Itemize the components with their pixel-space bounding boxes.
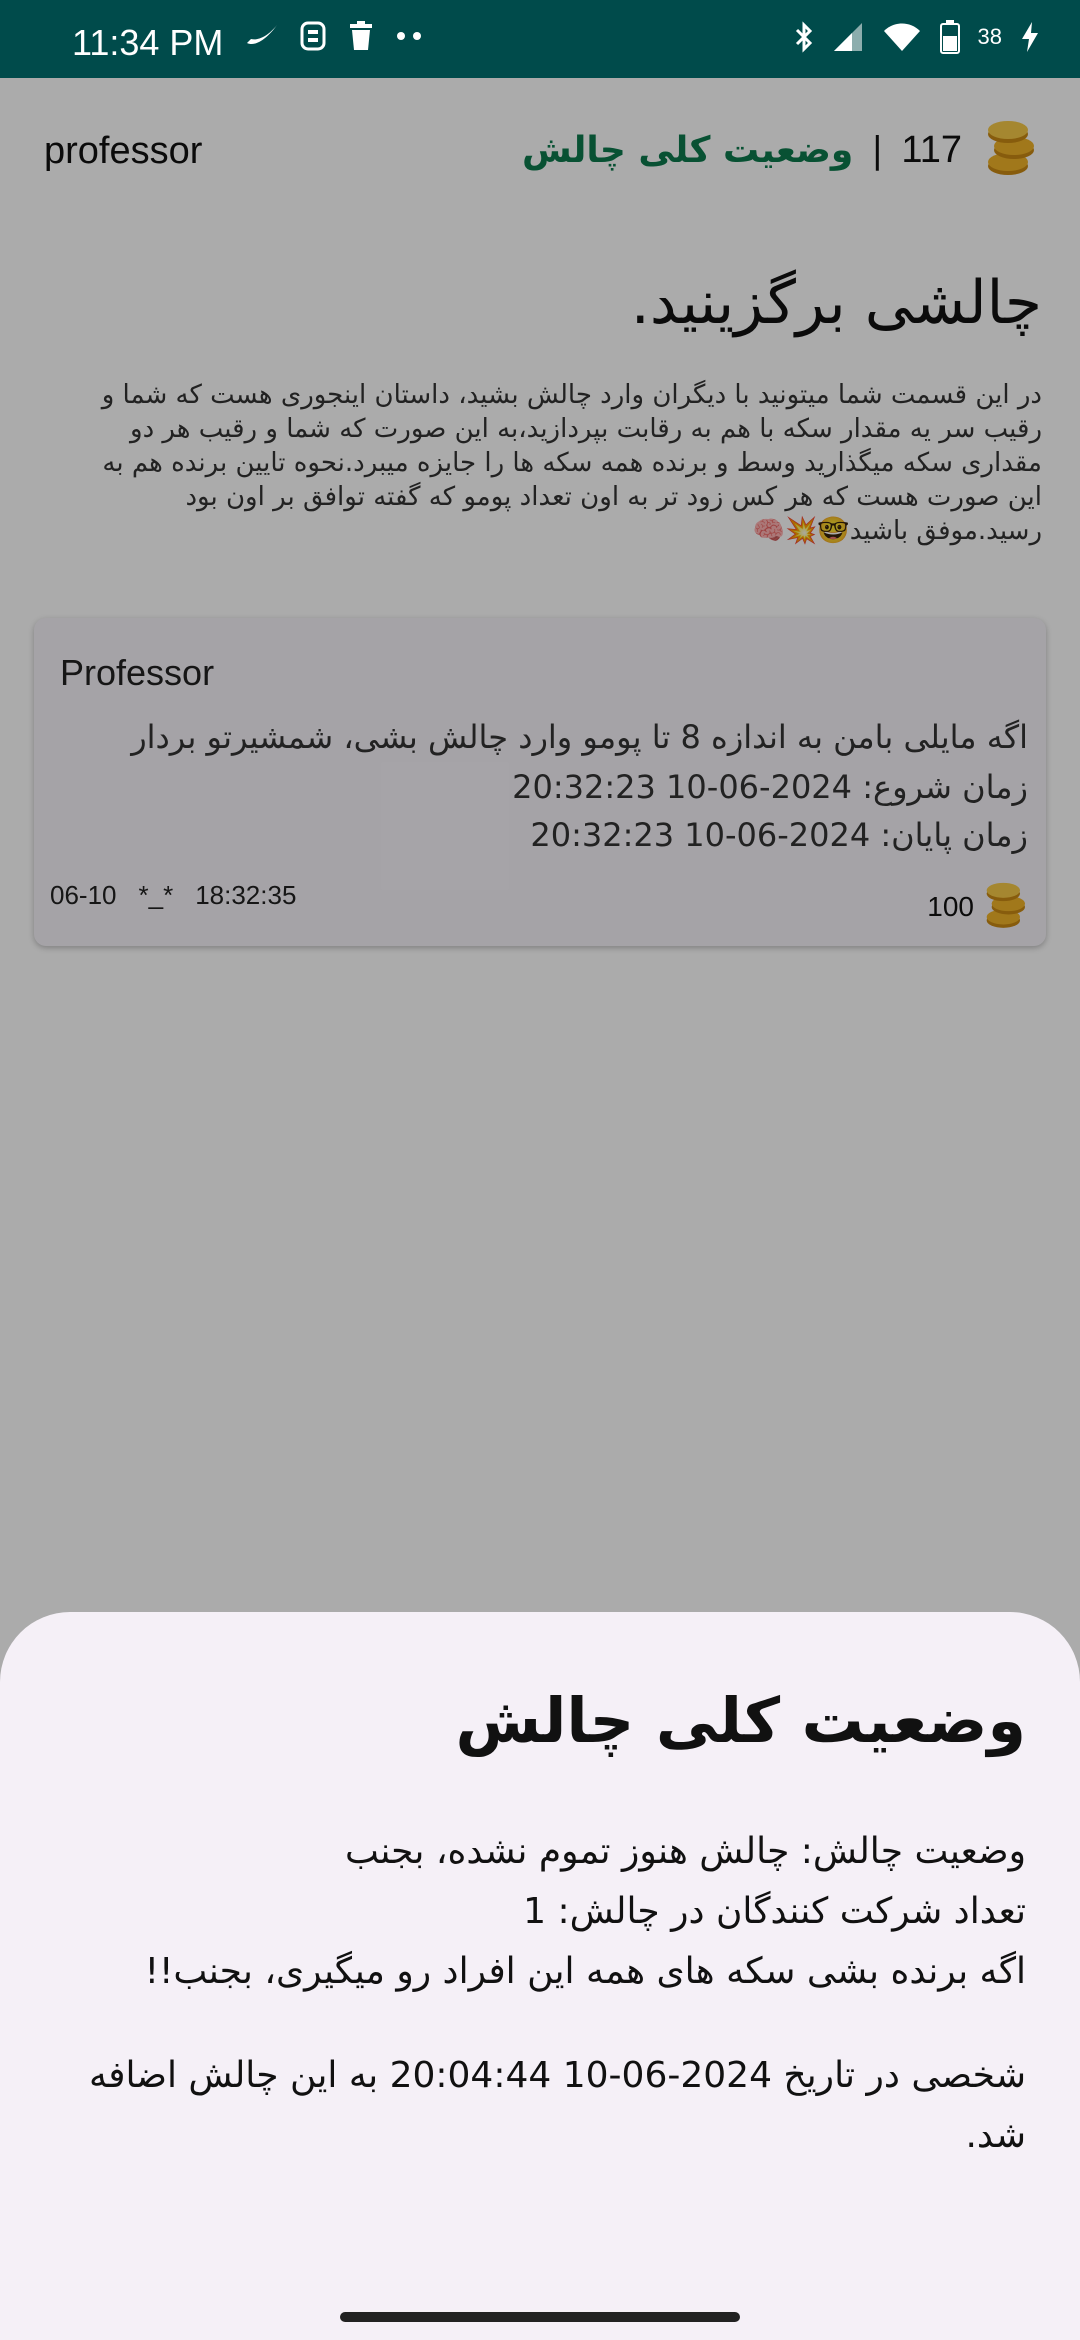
nike-icon	[247, 25, 277, 45]
bluetooth-icon	[795, 21, 812, 53]
app-icon	[300, 21, 326, 51]
status-notification-icons	[245, 20, 423, 52]
battery-percent: 38	[977, 24, 1002, 49]
sheet-body: وضعیت چالش: چالش هنوز تموم نشده، بجنب تع…	[46, 1822, 1026, 2166]
sheet-reward-line: اگه برنده بشی سکه های همه این افراد رو م…	[144, 1951, 1026, 1992]
wifi-icon	[883, 23, 920, 51]
charging-icon	[1022, 22, 1038, 52]
status-time: 11:34 PM	[72, 22, 224, 63]
trash-icon	[350, 21, 372, 50]
sheet-participants-line: تعداد شرکت کنندگان در چالش: 1	[523, 1891, 1026, 1932]
sheet-title: وضعیت کلی چالش	[455, 1684, 1026, 1757]
status-bottom-sheet: وضعیت کلی چالش وضعیت چالش: چالش هنوز تمو…	[0, 1612, 1080, 2340]
battery-icon	[939, 20, 960, 54]
more-dots-icon	[397, 32, 421, 40]
home-indicator[interactable]	[340, 2312, 740, 2322]
signal-icon	[833, 23, 862, 51]
sheet-status-line: وضعیت چالش: چالش هنوز تموم نشده، بجنب	[344, 1831, 1026, 1872]
status-system-icons: 38	[794, 20, 1040, 54]
sheet-join-line: شخصی در تاریخ 2024-06-10 20:04:44 به این…	[88, 2055, 1026, 2156]
status-bar: 11:34 PM 38	[0, 0, 1080, 78]
